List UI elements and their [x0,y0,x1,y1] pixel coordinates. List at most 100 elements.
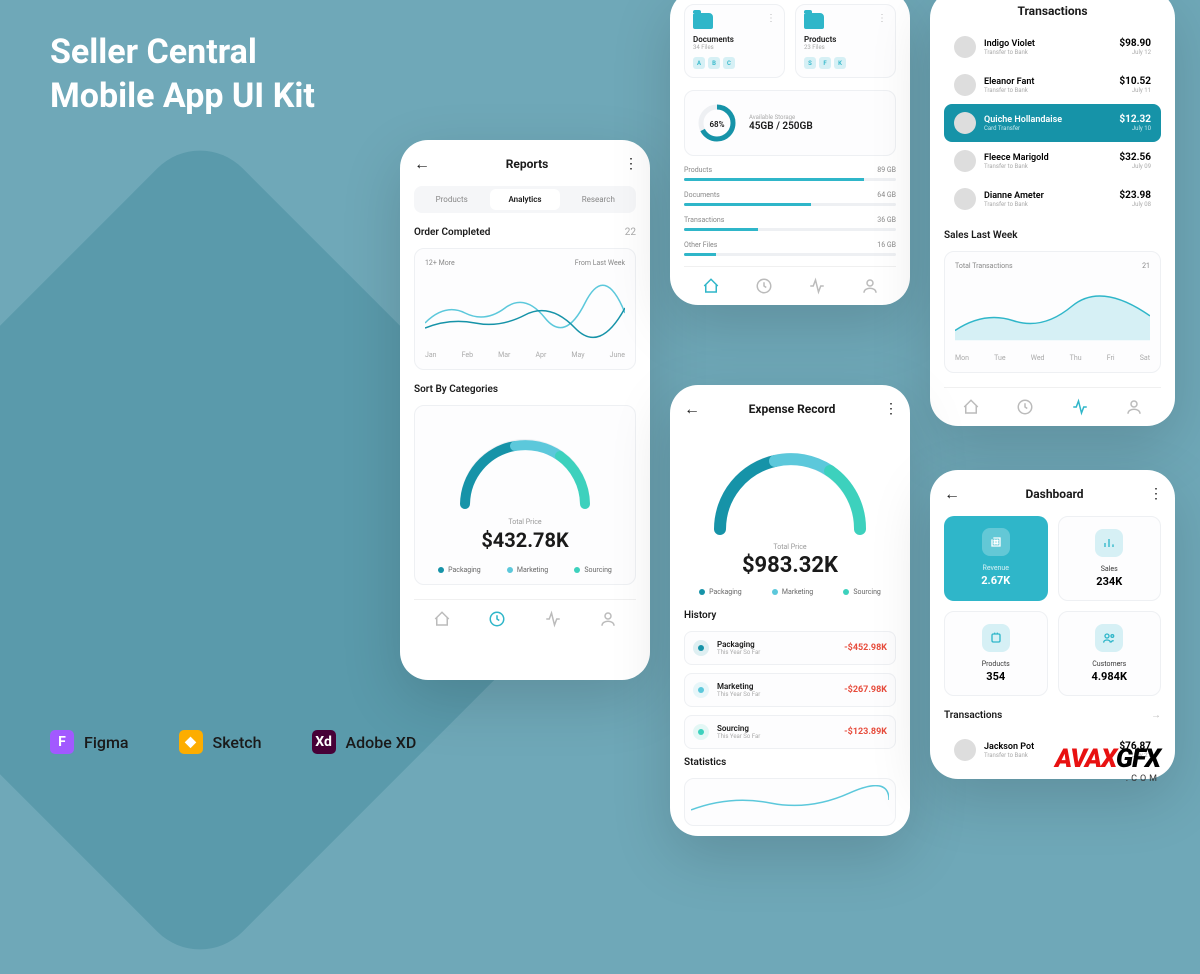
avail-label: Available Storage [749,114,813,121]
legend-item: Marketing [507,566,548,574]
phone-reports: ← Reports ⋮ ProductsAnalyticsResearch Or… [400,140,650,680]
gauge-label: Total Price [425,518,625,526]
history-row[interactable]: MarketingThis Year So Far-$267.98K [684,673,896,707]
more-icon[interactable]: ⋮ [766,13,776,24]
activity-icon[interactable] [1071,398,1089,416]
legend-item: Marketing [772,588,813,596]
clock-icon[interactable] [1016,398,1034,416]
history-title: History [684,610,716,621]
avatar [954,739,976,761]
x-axis-months: JanFebMarAprMayJune [425,351,625,359]
avail-value: 45GB / 250GB [749,121,813,132]
tool-figma: FFigma [50,730,129,754]
tab-products[interactable]: Products [417,189,486,210]
page-title: Reports [506,157,549,171]
transaction-row[interactable]: Quiche HollandaiseCard Transfer$12.32Jul… [944,104,1161,142]
legend-item: Packaging [438,566,481,574]
more-icon[interactable]: ⋮ [624,156,636,172]
storage-card: 68% Available Storage45GB / 250GB [684,90,896,156]
dash-grid: Revenue2.67KSales234KProducts354Customer… [944,516,1161,696]
tool-adobe-xd: XdAdobe XD [312,730,417,754]
watermark: AVAXGFX .COM [1055,744,1160,784]
history-row[interactable]: SourcingThis Year So Far-$123.89K [684,715,896,749]
sales-title: Sales Last Week [944,230,1018,241]
folder-row: ⋮Documents34 FilesABC⋮Products23 FilesSF… [684,4,896,78]
dash-card-sales[interactable]: Sales234K [1058,516,1162,601]
bar-row: Other Files16 GB [684,241,896,256]
gauge-chart: Total Price $432.78K Packaging Marketing S… [414,405,636,585]
storage-bars: Products89 GB Documents64 GB Transactions3… [684,166,896,256]
bar-row: Documents64 GB [684,191,896,206]
folder-icon [804,13,824,29]
stats-title: Statistics [684,757,726,768]
transaction-row[interactable]: Indigo VioletTransfer to Bank$98.90July … [944,28,1161,66]
tt-label: Total Transactions [955,262,1013,270]
clock-icon[interactable] [488,610,506,628]
order-count: 22 [625,227,636,238]
bar-row: Products89 GB [684,166,896,181]
phone-dashboard: ← Dashboard ⋮ Revenue2.67KSales234KProdu… [930,470,1175,779]
user-icon[interactable] [861,277,879,295]
dash-card-revenue[interactable]: Revenue2.67K [944,516,1048,601]
legend-item: Sourcing [843,588,880,596]
avatar [954,36,976,58]
dash-card-customers[interactable]: Customers4.984K [1058,611,1162,696]
legend-reports: Packaging Marketing Sourcing [425,566,625,574]
expense-title: Expense Record [749,402,836,416]
nav-bar [414,599,636,628]
back-icon[interactable]: ← [414,154,430,174]
home-icon[interactable] [433,610,451,628]
exp-gauge-value: $983.32K [684,553,896,578]
bar-row: Transactions36 GB [684,216,896,231]
user-icon[interactable] [599,610,617,628]
tool-sketch: ◆Sketch [179,730,262,754]
folder-card[interactable]: ⋮Documents34 FilesABC [684,4,785,78]
dash-trans-title: Transactions [944,710,1002,721]
back-icon[interactable]: ← [684,399,700,419]
folder-icon [693,13,713,29]
transaction-row[interactable]: Dianne AmeterTransfer to Bank$23.98July … [944,180,1161,218]
tab-research[interactable]: Research [564,189,633,210]
user-icon[interactable] [1125,398,1143,416]
headline: Seller Central Mobile App UI Kit [50,30,315,118]
legend-expense: Packaging Marketing Sourcing [684,588,896,596]
history-list: PackagingThis Year So Far-$452.98K Market… [684,631,896,749]
home-icon[interactable] [702,277,720,295]
activity-icon[interactable] [544,610,562,628]
more-icon[interactable]: ⋮ [884,401,896,417]
x-axis-days: MonTueWedThuFriSat [955,354,1150,362]
phone-transactions: Transactions Indigo VioletTransfer to Ba… [930,0,1175,426]
dash-card-products[interactable]: Products354 [944,611,1048,696]
gauge-value: $432.78K [425,528,625,552]
nav-bar-trans [944,387,1161,416]
avatar [954,188,976,210]
section-order-completed: Order Completed [414,227,490,238]
legend-item: Sourcing [574,566,611,574]
avatar [954,150,976,172]
history-row[interactable]: PackagingThis Year So Far-$452.98K [684,631,896,665]
activity-icon[interactable] [808,277,826,295]
svg-text:68%: 68% [709,120,724,129]
section-sort: Sort By Categories [414,384,498,395]
folder-card[interactable]: ⋮Products23 FilesSFK [795,4,896,78]
tools-row: FFigma ◆Sketch XdAdobe XD [50,730,416,754]
clock-icon[interactable] [755,277,773,295]
sales-chart: Total Transactions 21 MonTueWedThuFriSat [944,251,1161,373]
tt-count: 21 [1142,262,1150,270]
expense-gauge: Total Price $983.32K Packaging Marketing S… [684,431,896,600]
more-label: 12+ More [425,259,455,267]
transaction-row[interactable]: Eleanor FantTransfer to Bank$10.52July 1… [944,66,1161,104]
more-icon[interactable]: ⋮ [877,13,887,24]
tab-analytics[interactable]: Analytics [490,189,559,210]
exp-gauge-label: Total Price [684,543,896,551]
avatar [954,112,976,134]
from-label: From Last Week [575,259,625,267]
arrow-right-icon[interactable]: → [1151,710,1161,721]
home-icon[interactable] [962,398,980,416]
more-icon[interactable]: ⋮ [1149,486,1161,502]
legend-item: Packaging [699,588,742,596]
trans-title: Transactions [944,4,1161,18]
back-icon[interactable]: ← [944,484,960,504]
transaction-row[interactable]: Fleece MarigoldTransfer to Bank$32.56Jul… [944,142,1161,180]
dashboard-title: Dashboard [1025,487,1083,501]
